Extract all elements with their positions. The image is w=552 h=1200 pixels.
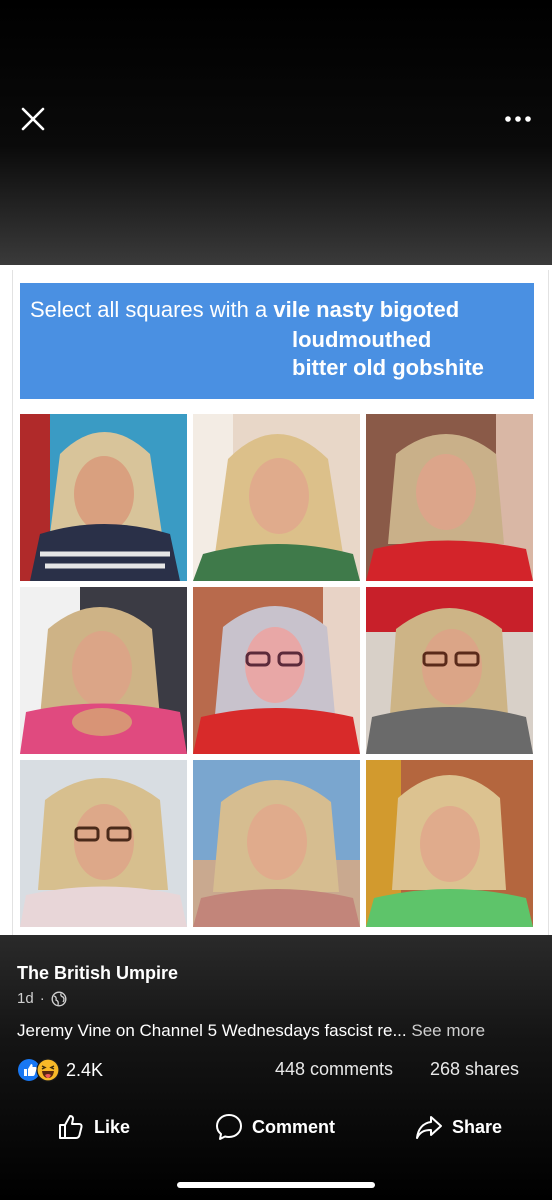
captcha-tile-9[interactable] — [366, 760, 533, 927]
captcha-tile-2[interactable] — [193, 414, 360, 581]
captcha-tile-8[interactable] — [193, 760, 360, 927]
share-label: Share — [452, 1116, 503, 1137]
comment-button[interactable]: Comment — [214, 1111, 335, 1143]
post-photo[interactable]: Select all squares with a vile nasty big… — [0, 265, 552, 935]
see-more-link[interactable]: See more — [411, 1021, 485, 1040]
caption-text: Jeremy Vine on Channel 5 Wednesdays fasc… — [17, 1021, 407, 1040]
captcha-grid — [20, 414, 534, 930]
like-label: Like — [94, 1116, 131, 1137]
reaction-count: 2.4K — [66, 1059, 104, 1080]
banner-line-1: Select all squares with a vile nasty big… — [30, 297, 460, 322]
more-options-button[interactable] — [500, 104, 538, 134]
comments-count[interactable]: 448 comments — [275, 1059, 393, 1080]
viewer-top-bar — [0, 0, 552, 265]
post-time[interactable]: 1d — [17, 990, 34, 1007]
captcha-tile-5[interactable] — [193, 587, 360, 754]
post-author[interactable]: The British Umpire — [17, 963, 178, 984]
shares-count[interactable]: 268 shares — [430, 1059, 519, 1080]
globe-icon — [51, 990, 67, 1007]
thumbs-up-icon — [59, 1115, 83, 1139]
haha-reaction-icon — [36, 1058, 60, 1082]
post-info-panel: The British Umpire 1d · Jeremy Vine on C… — [0, 935, 552, 1200]
captcha-meme-image: Select all squares with a vile nasty big… — [12, 270, 549, 935]
captcha-tile-3[interactable] — [366, 414, 533, 581]
banner-line-2: loudmouthed — [292, 327, 432, 352]
banner-line-3: bitter old gobshite — [292, 355, 484, 380]
captcha-tile-4[interactable] — [20, 587, 187, 754]
captcha-tile-1[interactable] — [20, 414, 187, 581]
captcha-tile-7[interactable] — [20, 760, 187, 927]
reactions-summary[interactable]: 2.4K — [17, 1058, 103, 1082]
more-horizontal-icon — [505, 116, 531, 122]
close-button[interactable] — [16, 102, 50, 136]
like-button[interactable]: Like — [56, 1111, 130, 1143]
share-arrow-icon — [416, 1116, 442, 1139]
close-icon — [21, 107, 45, 131]
comment-label: Comment — [252, 1116, 336, 1137]
meta-separator: · — [39, 990, 45, 1007]
share-button[interactable]: Share — [414, 1111, 502, 1143]
home-indicator[interactable] — [177, 1182, 375, 1188]
captcha-banner: Select all squares with a vile nasty big… — [20, 283, 534, 399]
captcha-tile-6[interactable] — [366, 587, 533, 754]
comment-bubble-icon — [216, 1114, 242, 1140]
post-meta: 1d · — [17, 990, 67, 1007]
post-caption: Jeremy Vine on Channel 5 Wednesdays fasc… — [17, 1021, 485, 1041]
